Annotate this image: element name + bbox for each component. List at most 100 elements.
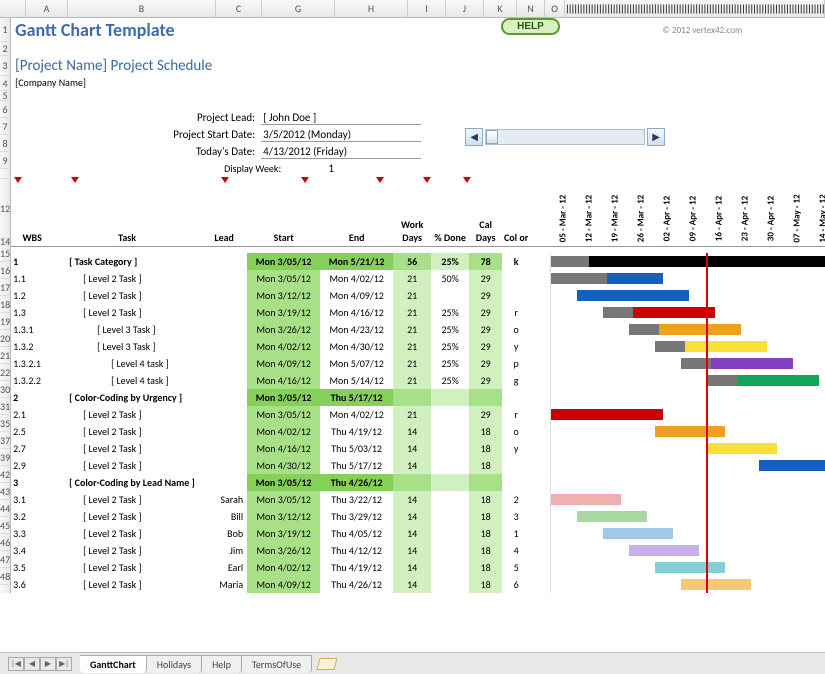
row-number[interactable]: 8 bbox=[0, 135, 10, 152]
table-row[interactable]: 3.6[ Level 2 Task ]MariaMon 4/09/12Thu 4… bbox=[11, 576, 825, 593]
row-number[interactable]: 42 bbox=[0, 466, 10, 483]
column-letter[interactable]: J bbox=[446, 0, 484, 17]
cell-start[interactable]: Mon 4/09/12 bbox=[247, 355, 320, 372]
cell-wbs[interactable]: 3 bbox=[11, 474, 53, 491]
cell-color[interactable]: y bbox=[502, 338, 530, 355]
cell-lead[interactable] bbox=[201, 457, 247, 474]
cell-workdays[interactable]: 14 bbox=[393, 559, 431, 576]
cell-task[interactable]: [ Level 2 Task ] bbox=[53, 576, 201, 593]
help-button[interactable]: HELP bbox=[501, 18, 560, 35]
column-letter[interactable]: K bbox=[484, 0, 517, 17]
cell-pctdone[interactable]: 25% bbox=[431, 304, 469, 321]
cell-start[interactable]: Mon 3/05/12 bbox=[247, 491, 320, 508]
cell-start[interactable]: Mon 3/05/12 bbox=[247, 389, 320, 406]
table-row[interactable]: 1.3.2[ Level 3 Task ]Mon 4/02/12Mon 4/30… bbox=[11, 338, 825, 355]
new-sheet-button[interactable] bbox=[317, 658, 338, 670]
cell-end[interactable]: Mon 4/30/12 bbox=[320, 338, 393, 355]
cell-workdays[interactable]: 21 bbox=[393, 406, 431, 423]
row-number[interactable]: 43 bbox=[0, 483, 10, 500]
col-workdays[interactable]: Work Days bbox=[393, 218, 431, 246]
col-caldays[interactable]: Cal Days bbox=[469, 218, 502, 246]
date-column-header[interactable]: 19 - Mar - 12 bbox=[602, 213, 628, 246]
cell-wbs[interactable]: 2.5 bbox=[11, 423, 53, 440]
cell-lead[interactable] bbox=[201, 287, 247, 304]
cell-lead[interactable] bbox=[201, 406, 247, 423]
table-row[interactable]: 1.2[ Level 2 Task ]Mon 3/12/12Mon 4/09/1… bbox=[11, 287, 825, 304]
cell-color[interactable] bbox=[502, 270, 530, 287]
cell-workdays[interactable]: 14 bbox=[393, 525, 431, 542]
cell-workdays[interactable]: 56 bbox=[393, 253, 431, 270]
cell-caldays[interactable]: 18 bbox=[469, 423, 502, 440]
row-number[interactable]: 37 bbox=[0, 432, 10, 449]
today-value[interactable]: 4/13/2012 (Friday) bbox=[261, 145, 421, 159]
date-column-header[interactable]: 30 - Apr - 12 bbox=[758, 213, 784, 246]
date-column-header[interactable]: 26 - Mar - 12 bbox=[628, 213, 654, 246]
cell-color[interactable] bbox=[502, 287, 530, 304]
cell-start[interactable]: Mon 4/09/12 bbox=[247, 576, 320, 593]
col-lead[interactable]: Lead bbox=[201, 231, 247, 246]
cell-task[interactable]: [ Level 3 Task ] bbox=[53, 321, 201, 338]
cell-task[interactable]: [ Level 3 Task ] bbox=[53, 338, 201, 355]
cell-caldays[interactable]: 29 bbox=[469, 304, 502, 321]
cell-pctdone[interactable]: 25% bbox=[431, 372, 469, 389]
cell-end[interactable]: Mon 4/02/12 bbox=[320, 406, 393, 423]
cell-task[interactable]: [ Color-Coding by Lead Name ] bbox=[53, 474, 201, 491]
cell-start[interactable]: Mon 3/05/12 bbox=[247, 253, 320, 270]
row-number[interactable]: 3 bbox=[0, 56, 10, 76]
sheet-tab[interactable]: TermsOfUse bbox=[242, 655, 312, 673]
cell-lead[interactable]: Sarah bbox=[201, 491, 247, 508]
sheet-tab[interactable]: Help bbox=[202, 655, 242, 673]
cell-wbs[interactable]: 2 bbox=[11, 389, 53, 406]
cell-color[interactable] bbox=[502, 457, 530, 474]
cell-color[interactable]: p bbox=[502, 355, 530, 372]
cell-wbs[interactable]: 1 bbox=[11, 253, 53, 270]
cell-workdays[interactable]: 14 bbox=[393, 542, 431, 559]
col-wbs[interactable]: WBS bbox=[11, 231, 53, 246]
row-number[interactable]: 18 bbox=[0, 296, 10, 313]
table-row[interactable]: 2.1[ Level 2 Task ]Mon 3/05/12Mon 4/02/1… bbox=[11, 406, 825, 423]
cell-wbs[interactable]: 3.3 bbox=[11, 525, 53, 542]
cell-workdays[interactable]: 14 bbox=[393, 440, 431, 457]
cell-wbs[interactable]: 3.5 bbox=[11, 559, 53, 576]
table-row[interactable]: 3.5[ Level 2 Task ]EarlMon 4/02/12Thu 4/… bbox=[11, 559, 825, 576]
table-row[interactable]: 3.2[ Level 2 Task ]BillMon 3/12/12Thu 3/… bbox=[11, 508, 825, 525]
cell-start[interactable]: Mon 4/02/12 bbox=[247, 423, 320, 440]
table-row[interactable]: 1.1[ Level 2 Task ]Mon 3/05/12Mon 4/02/1… bbox=[11, 270, 825, 287]
cell-end[interactable]: Thu 5/17/12 bbox=[320, 389, 393, 406]
cell-end[interactable]: Mon 4/23/12 bbox=[320, 321, 393, 338]
table-row[interactable]: 2.7[ Level 2 Task ]Mon 4/16/12Thu 5/03/1… bbox=[11, 440, 825, 457]
cell-caldays[interactable] bbox=[469, 389, 502, 406]
cell-wbs[interactable]: 3.2 bbox=[11, 508, 53, 525]
cell-end[interactable]: Thu 3/29/12 bbox=[320, 508, 393, 525]
column-letter[interactable]: O bbox=[545, 0, 565, 17]
column-letter[interactable]: A bbox=[26, 0, 68, 17]
scroll-left-button[interactable]: ◀ bbox=[465, 128, 483, 146]
cell-task[interactable]: [ Level 2 Task ] bbox=[53, 457, 201, 474]
date-column-header[interactable]: 12 - Mar - 12 bbox=[576, 213, 602, 246]
cell-task[interactable]: [ Level 2 Task ] bbox=[53, 270, 201, 287]
scroll-right-button[interactable]: ▶ bbox=[647, 128, 665, 146]
row-number[interactable]: 16 bbox=[0, 262, 10, 279]
cell-caldays[interactable]: 18 bbox=[469, 525, 502, 542]
compressed-columns[interactable]: ||||||||||||||||||||||||||||||||||||||||… bbox=[565, 0, 825, 17]
cell-wbs[interactable]: 2.9 bbox=[11, 457, 53, 474]
cell-pctdone[interactable]: 25% bbox=[431, 338, 469, 355]
col-color[interactable]: Col or bbox=[502, 231, 530, 246]
cell-workdays[interactable]: 21 bbox=[393, 355, 431, 372]
row-number[interactable]: 30 bbox=[0, 381, 10, 398]
cell-workdays[interactable] bbox=[393, 474, 431, 491]
cell-caldays[interactable] bbox=[469, 474, 502, 491]
table-row[interactable]: 3.3[ Level 2 Task ]BobMon 3/19/12Thu 4/0… bbox=[11, 525, 825, 542]
cell-color[interactable]: 1 bbox=[502, 525, 530, 542]
cell-start[interactable]: Mon 3/05/12 bbox=[247, 270, 320, 287]
row-number[interactable]: 15 bbox=[0, 245, 10, 262]
cell-task[interactable]: [ Level 2 Task ] bbox=[53, 542, 201, 559]
cell-wbs[interactable]: 3.6 bbox=[11, 576, 53, 593]
scroller-track[interactable] bbox=[485, 129, 645, 145]
scroller-thumb[interactable] bbox=[486, 130, 498, 144]
cell-end[interactable]: Thu 4/26/12 bbox=[320, 576, 393, 593]
cell-end[interactable]: Mon 5/07/12 bbox=[320, 355, 393, 372]
table-row[interactable]: 2.5[ Level 2 Task ]Mon 4/02/12Thu 4/19/1… bbox=[11, 423, 825, 440]
cell-pctdone[interactable] bbox=[431, 440, 469, 457]
cell-task[interactable]: [ Level 2 Task ] bbox=[53, 423, 201, 440]
